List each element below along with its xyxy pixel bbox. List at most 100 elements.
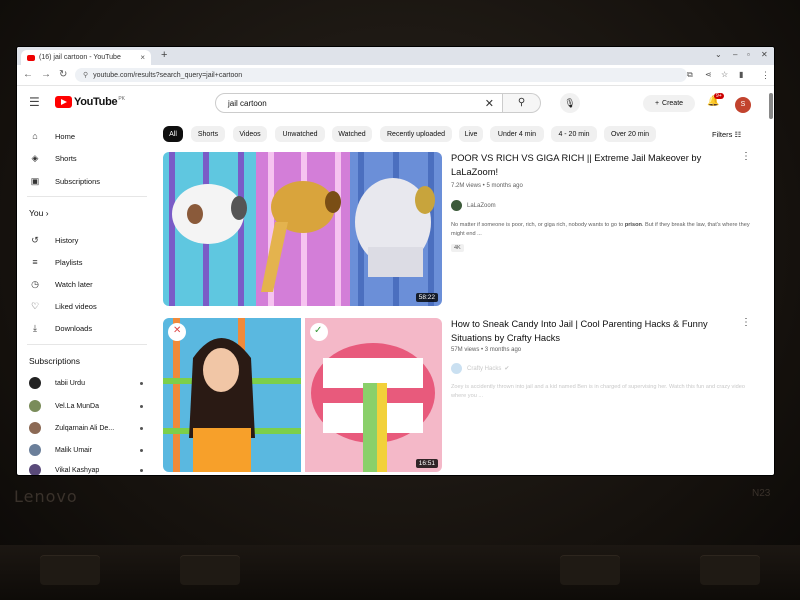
subscription-item[interactable]: Zulqarnain Ali De... <box>29 421 147 435</box>
description-text: No matter if someone is poor, rich, or g… <box>451 222 625 228</box>
search-button[interactable]: ⚲ <box>503 93 541 113</box>
chip-under-4-min[interactable]: Under 4 min <box>490 126 544 142</box>
chip-videos[interactable]: Videos <box>233 126 267 142</box>
sidebar-item-history[interactable]: ↺ History <box>29 232 78 248</box>
sidebar-item-subscriptions[interactable]: ▣ Subscriptions <box>29 173 100 189</box>
search-query: jail cartoon <box>228 98 267 108</box>
bookmark-star-icon[interactable]: ☆ <box>721 70 728 79</box>
sidebar-item-label: Subscriptions <box>55 176 101 186</box>
channel-avatar <box>29 464 41 475</box>
sidebar-item-watch-later[interactable]: ◷ Watch later <box>29 276 93 292</box>
subscription-item[interactable]: Vel.La MunDa <box>29 399 147 413</box>
video-title[interactable]: POOR VS RICH VS GIGA RICH || Extreme Jai… <box>451 151 741 179</box>
channel-avatar <box>451 200 462 211</box>
sidebar-you-heading[interactable]: You › <box>29 208 49 218</box>
account-avatar[interactable]: S <box>735 97 751 113</box>
chip-recently-uploaded[interactable]: Recently uploaded <box>380 126 452 142</box>
sidebar-item-label: Home <box>55 131 76 141</box>
chip-live[interactable]: Live <box>459 126 483 142</box>
url-field[interactable]: ⚲ youtube.com/results?search_query=jail+… <box>75 68 687 82</box>
keyboard-area <box>0 545 800 600</box>
more-actions-icon[interactable]: ⋮ <box>741 317 751 328</box>
site-info-icon[interactable]: ⚲ <box>83 71 88 79</box>
menu-icon[interactable]: ☰ <box>29 95 40 109</box>
chip-watched[interactable]: Watched <box>332 126 372 142</box>
green-check-icon: ✓ <box>314 325 323 336</box>
lenovo-logo: Lenovo <box>14 487 78 506</box>
channel-avatar <box>29 444 41 456</box>
browser-tab[interactable]: (16) jail cartoon - YouTube × <box>21 50 151 65</box>
chip-all[interactable]: All <box>163 126 183 142</box>
clear-search-icon[interactable]: ✕ <box>485 97 494 110</box>
forward-icon[interactable]: → <box>41 69 51 80</box>
share-icon[interactable]: ⋖ <box>705 70 712 79</box>
chip-4-20-min[interactable]: 4 - 20 min <box>551 126 597 142</box>
channel-name: Crafty Hacks <box>467 365 502 372</box>
sidebar-item-label: Downloads <box>55 323 93 333</box>
sidebar-item-label: Playlists <box>55 257 83 267</box>
url-text: youtube.com/results?search_query=jail+ca… <box>93 71 243 79</box>
sidebar: ⌂ Home ◈ Shorts ▣ Subscriptions You › ↺ … <box>17 122 157 475</box>
sidebar-item-home[interactable]: ⌂ Home <box>29 128 75 144</box>
sidebar-item-downloads[interactable]: ⤓ Downloads <box>29 320 92 336</box>
channel-name: LaLaZoom <box>467 202 496 209</box>
sidebar-item-label: Watch later <box>55 279 93 289</box>
sidebar-subscriptions-heading: Subscriptions <box>29 356 81 366</box>
subscription-name: Vikal Kashyap <box>55 466 100 474</box>
sidebar-item-label: Liked videos <box>55 301 97 311</box>
chrome-menu-icon[interactable]: ⋮ <box>761 70 770 81</box>
subscription-item[interactable]: Malik Umair <box>29 443 147 457</box>
red-x-icon: ✕ <box>173 325 182 336</box>
filters-sliders-icon: ☷ <box>734 130 742 139</box>
chip-unwatched[interactable]: Unwatched <box>275 126 325 142</box>
new-tab-button[interactable]: + <box>161 49 167 61</box>
video-thumbnail[interactable]: ✕ ✓ 16:51 <box>163 318 442 472</box>
subscription-name: Malik Umair <box>55 446 92 454</box>
video-description: Zoey is accidently thrown into jail and … <box>451 384 745 399</box>
minimize-icon[interactable]: – <box>733 50 737 59</box>
maximize-icon[interactable]: ▫ <box>747 50 750 59</box>
video-description: No matter if someone is poor, rich, or g… <box>451 221 751 239</box>
video-title[interactable]: How to Sneak Candy Into Jail | Cool Pare… <box>451 317 741 345</box>
video-thumbnail[interactable]: 58:22 <box>163 152 442 306</box>
channel-avatar <box>29 400 41 412</box>
new-content-dot <box>140 426 143 430</box>
laptop-screen: (16) jail cartoon - YouTube × + ⌄ – ▫ ✕ … <box>17 47 774 475</box>
subscriptions-icon: ▣ <box>30 175 40 186</box>
downloads-icon: ⤓ <box>33 322 37 333</box>
sidebar-item-shorts[interactable]: ◈ Shorts <box>29 150 77 166</box>
more-actions-icon[interactable]: ⋮ <box>741 151 751 162</box>
new-content-dot <box>140 468 143 472</box>
channel-link[interactable]: LaLaZoom <box>451 200 496 211</box>
sidebar-divider <box>27 196 147 197</box>
channel-link[interactable]: Crafty Hacks ✔ <box>451 363 509 374</box>
install-icon[interactable]: ⧉ <box>687 70 693 80</box>
microphone-icon: 🎙 <box>564 98 576 108</box>
window-close-icon[interactable]: ✕ <box>761 50 768 59</box>
subscription-item[interactable]: Vikal Kashyap <box>29 463 147 475</box>
plus-icon: + <box>654 100 660 107</box>
back-icon[interactable]: ← <box>23 69 33 80</box>
sidebar-item-liked-videos[interactable]: ♡ Liked videos <box>29 298 97 314</box>
keyboard-key <box>560 555 620 585</box>
filters-button[interactable]: Filters ☷ <box>712 130 741 139</box>
address-bar-row: ← → ↻ ⚲ youtube.com/results?search_query… <box>17 65 774 86</box>
reload-icon[interactable]: ↻ <box>59 69 67 80</box>
tab-close-icon[interactable]: × <box>140 53 145 62</box>
sidebar-item-label: Shorts <box>55 153 77 163</box>
filters-label: Filters <box>712 130 733 139</box>
voice-search-button[interactable]: 🎙 <box>560 93 580 113</box>
sidepanel-icon[interactable]: ▮ <box>739 70 743 79</box>
page-scrollbar[interactable] <box>769 93 773 119</box>
description-highlight: prison <box>624 222 642 228</box>
keyboard-key <box>40 555 100 585</box>
sidebar-item-playlists[interactable]: ≡ Playlists <box>29 254 83 270</box>
chip-over-20-min[interactable]: Over 20 min <box>604 126 656 142</box>
subscription-item[interactable]: tabii Urdu <box>29 376 147 390</box>
youtube-logo[interactable]: YouTube PK <box>55 96 125 108</box>
chip-shorts[interactable]: Shorts <box>191 126 225 142</box>
tab-search-icon[interactable]: ⌄ <box>715 50 722 59</box>
create-button[interactable]: + Create <box>643 95 695 112</box>
youtube-favicon-icon <box>27 54 35 61</box>
search-input[interactable]: jail cartoon ✕ <box>215 93 503 113</box>
